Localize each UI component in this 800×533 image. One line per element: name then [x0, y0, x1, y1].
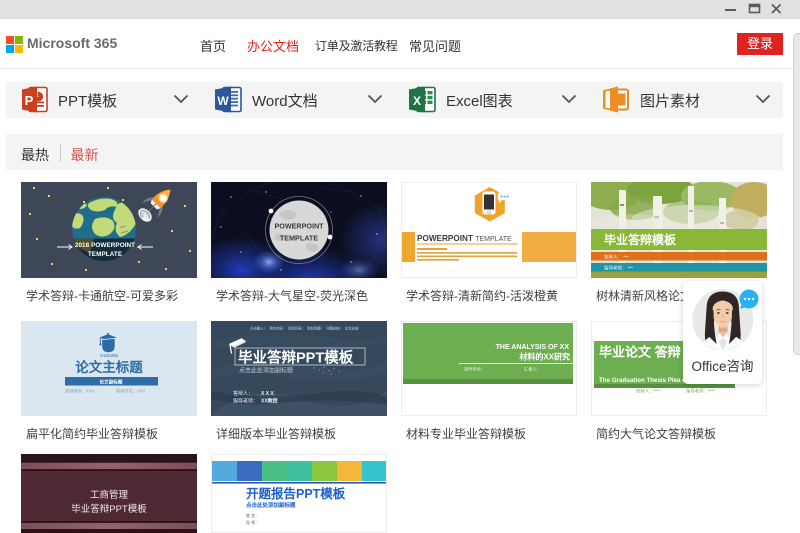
svg-text:点击此处添加副标题: 点击此处添加副标题 — [246, 501, 296, 509]
svg-text:开题报告PPT模板: 开题报告PPT模板 — [246, 486, 346, 501]
svg-text:指导老师：: 指导老师： — [233, 398, 258, 405]
svg-text:汇报人：: 汇报人： — [524, 366, 541, 373]
svg-text:答辩学生：XXX: 答辩学生：XXX — [116, 388, 146, 395]
svg-text:Office咨询: Office咨询 — [691, 359, 753, 374]
svg-text:POWERPOINT TEMPLATE: POWERPOINT TEMPLATE — [417, 234, 512, 243]
svg-text:毕业论文 答辩: 毕业论文 答辩 — [599, 345, 681, 360]
svg-text:POWERPOINT: POWERPOINT — [274, 222, 324, 231]
svg-text:点击此处添加副标题: 点击此处添加副标题 — [239, 367, 293, 375]
svg-text:X X X: X X X — [261, 391, 274, 397]
svg-text:添加内容: 添加内容 — [269, 326, 283, 331]
svg-text:导 师：: 导 师： — [246, 519, 259, 525]
svg-text:姓 名：: 姓 名： — [246, 512, 259, 518]
svg-text:答辩老师：XXX: 答辩老师：XXX — [65, 388, 95, 395]
svg-text:毕业答辩PPT模板: 毕业答辩PPT模板 — [71, 503, 147, 515]
svg-text:论文总结: 论文总结 — [345, 326, 359, 331]
svg-text:指导老师： ***: 指导老师： *** — [604, 265, 633, 272]
svg-text:X: X — [413, 94, 421, 108]
svg-text:添加标题: 添加标题 — [307, 326, 321, 331]
svg-text:2018 POWERPOINT: 2018 POWERPOINT — [75, 242, 135, 249]
svg-text:XX教授: XX教授 — [261, 398, 279, 405]
svg-text:W: W — [217, 94, 229, 108]
svg-text:TEMPLATE: TEMPLATE — [280, 234, 318, 243]
svg-text:毕业答辩模板: 毕业答辩模板 — [100, 353, 118, 358]
svg-text:指导老师：****: 指导老师：**** — [686, 388, 715, 395]
svg-text:答辩人：****: 答辩人：**** — [636, 388, 661, 395]
svg-text:THE ANALYSIS OF XX: THE ANALYSIS OF XX — [496, 344, 570, 351]
svg-text:问题总结: 问题总结 — [326, 326, 340, 331]
svg-text:添加目录: 添加目录 — [288, 326, 302, 331]
svg-text:工商管理: 工商管理 — [90, 489, 129, 501]
svg-text:指导老师：: 指导老师： — [464, 366, 485, 373]
svg-text:点击输入: 点击输入 — [250, 326, 264, 331]
svg-text:答辩人：: 答辩人： — [233, 390, 253, 397]
svg-text:TEMPLATE: TEMPLATE — [88, 251, 122, 258]
svg-text:材料的XX研究: 材料的XX研究 — [519, 352, 570, 362]
svg-text:论文副标题: 论文副标题 — [100, 378, 123, 385]
svg-text:答辩人： ***: 答辩人： *** — [604, 254, 629, 261]
svg-text:P: P — [25, 93, 34, 108]
svg-text:毕业答辩模板: 毕业答辩模板 — [604, 232, 677, 247]
svg-text:论文主标题: 论文主标题 — [75, 359, 143, 375]
svg-text:毕业答辩PPT模板: 毕业答辩PPT模板 — [238, 349, 354, 367]
